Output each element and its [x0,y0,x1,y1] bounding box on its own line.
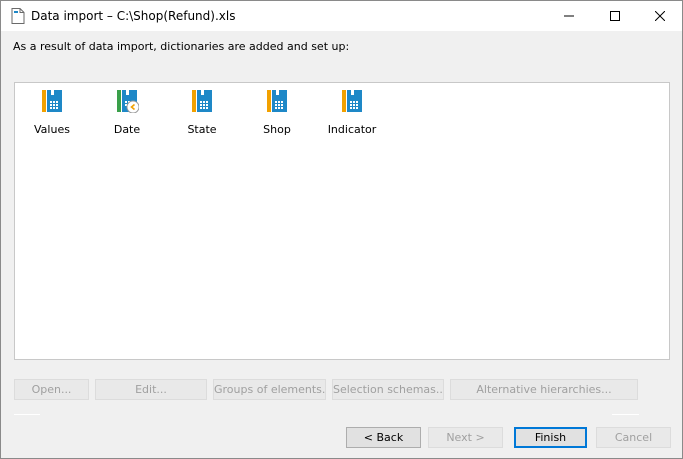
finish-button[interactable]: Finish [514,427,587,448]
alternative-hierarchies-button[interactable]: Alternative hierarchies... [450,379,638,400]
dictionary-icon [267,90,287,112]
cancel-button[interactable]: Cancel [596,427,671,448]
title-bar: Data import – C:\Shop(Refund).xls [1,1,682,31]
close-button[interactable] [637,1,683,31]
dictionary-item-date[interactable]: Date [92,89,162,139]
document-icon [11,8,25,24]
dictionary-item-indicator[interactable]: Indicator [317,89,387,139]
next-button[interactable]: Next > [428,427,503,448]
result-caption: As a result of data import, dictionaries… [13,40,350,53]
data-import-window: Data import – C:\Shop(Refund).xls As a r… [0,0,683,459]
dictionary-label: Values [34,123,70,136]
open-button[interactable]: Open... [14,379,89,400]
separator [612,414,639,415]
window-title: Data import – C:\Shop(Refund).xls [31,9,236,23]
dictionary-label: Date [113,123,141,136]
separator [14,414,40,415]
dictionary-label: Shop [263,123,291,136]
dictionaries-list[interactable]: Values Date State Shop Indicator [14,82,670,360]
selection-schemas-button[interactable]: Selection schemas... [332,379,444,400]
dictionary-item-shop[interactable]: Shop [242,89,312,139]
edit-button[interactable]: Edit... [95,379,207,400]
back-button[interactable]: < Back [346,427,421,448]
minimize-button[interactable] [546,1,592,31]
dictionary-label: State [187,123,217,136]
close-icon [655,11,665,21]
minimize-icon [564,15,574,17]
dictionary-label: Indicator [327,123,377,136]
maximize-button[interactable] [592,1,638,31]
dictionary-item-values[interactable]: Values [17,89,87,139]
dictionary-icon [342,90,362,112]
dictionary-icon [42,90,62,112]
dictionary-icon [192,90,212,112]
groups-of-elements-button[interactable]: Groups of elements... [213,379,326,400]
calendar-dictionary-icon [117,90,139,113]
dictionary-item-state[interactable]: State [167,89,237,139]
maximize-icon [610,11,620,21]
